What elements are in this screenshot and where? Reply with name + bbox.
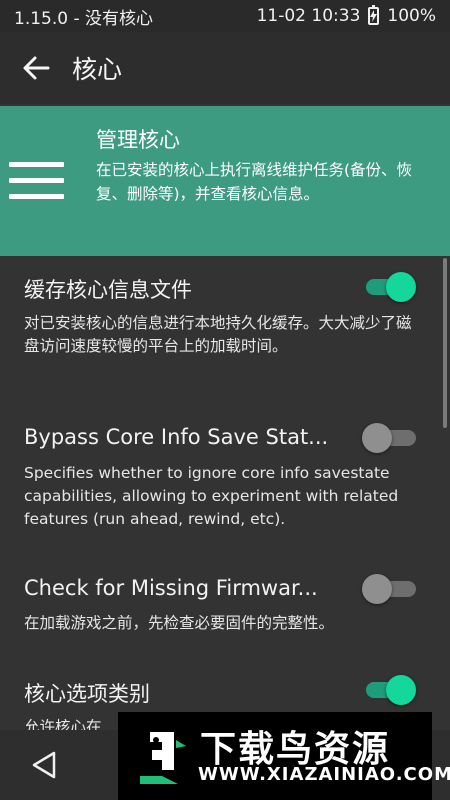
core-option-categories-toggle[interactable] <box>360 674 416 705</box>
setting-title: Bypass Core Info Save Stat... <box>24 425 329 449</box>
setting-title: 缓存核心信息文件 <box>24 278 192 302</box>
back-button[interactable] <box>0 32 72 104</box>
watermark-url: WWW.XIAZAINIAO.COM <box>198 764 450 785</box>
status-battery-level: 100% <box>387 6 436 26</box>
setting-cache-core-info[interactable]: 缓存核心信息文件 对已安装核心的信息进行本地持久化缓存。大大减少了磁盘访问速度较… <box>0 264 440 384</box>
setting-title: Check for Missing Firmwar... <box>24 576 318 600</box>
bypass-core-info-toggle[interactable] <box>362 422 418 453</box>
triangle-back-icon <box>32 751 56 779</box>
setting-title: 核心选项类别 <box>24 682 150 706</box>
setting-description: 在加载游戏之前，先检查必要固件的完整性。 <box>24 614 335 632</box>
status-app-version: 1.15.0 - 没有核心 <box>14 8 154 29</box>
page-title: 核心 <box>72 55 123 84</box>
status-datetime: 11-02 10:33 <box>256 6 361 26</box>
cache-core-info-toggle[interactable] <box>360 271 416 302</box>
settings-list[interactable]: 管理核心 在已安装的核心上执行离线维护任务(备份、恢复、删除等)，并查看核心信息… <box>0 104 450 730</box>
manage-cores-item[interactable]: 管理核心 在已安装的核心上执行离线维护任务(备份、恢复、删除等)，并查看核心信息… <box>0 106 450 256</box>
nav-back-button[interactable] <box>30 750 58 784</box>
app-bar: 核心 <box>0 32 450 104</box>
setting-description: Specifies whether to ignore core info sa… <box>24 464 399 528</box>
battery-charging-icon <box>368 5 380 25</box>
status-bar: 1.15.0 - 没有核心 11-02 10:33 100% <box>0 0 450 32</box>
setting-bypass-core-info[interactable]: Bypass Core Info Save Stat... Specifies … <box>0 414 440 534</box>
setting-check-missing-firmware[interactable]: Check for Missing Firmwar... 在加载游戏之前，先检查… <box>0 566 440 646</box>
manage-cores-title: 管理核心 <box>96 128 180 152</box>
watermark-banner: 下载鸟资源 WWW.XIAZAINIAO.COM <box>118 712 450 800</box>
check-firmware-toggle[interactable] <box>362 573 418 604</box>
bird-logo-icon <box>132 726 190 788</box>
manage-cores-description: 在已安装的核心上执行离线维护任务(备份、恢复、删除等)，并查看核心信息。 <box>96 161 413 203</box>
scrollbar[interactable] <box>443 258 447 428</box>
status-right-group: 11-02 10:33 100% <box>256 5 436 26</box>
back-arrow-icon <box>23 56 50 80</box>
hamburger-menu-icon <box>9 162 64 200</box>
setting-description: 对已安装核心的信息进行本地持久化缓存。大大减少了磁盘访问速度较慢的平台上的加载时… <box>24 314 412 355</box>
